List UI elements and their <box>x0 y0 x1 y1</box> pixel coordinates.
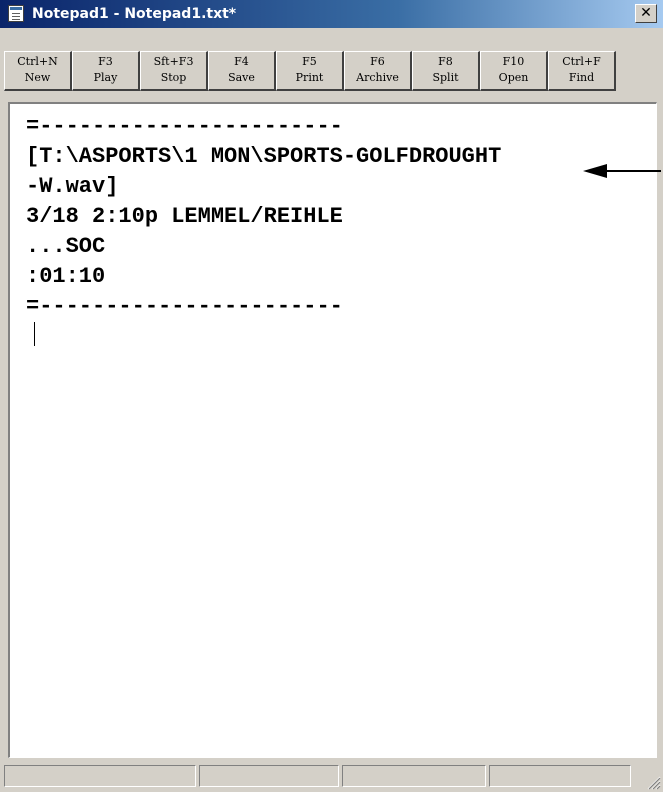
new-shortcut: Ctrl+N <box>17 55 58 68</box>
title-bar[interactable]: Notepad1 - Notepad1.txt* ✕ <box>0 0 663 28</box>
archive-shortcut: F6 <box>370 55 385 68</box>
resize-grip-icon[interactable] <box>645 774 661 790</box>
editor-line: :01:10 <box>26 264 106 289</box>
status-panel <box>4 765 196 787</box>
status-bar <box>0 760 663 792</box>
notepad-icon <box>8 5 24 22</box>
editor-content: =----------------------- [T:\ASPORTS\1 MO… <box>26 112 501 322</box>
editor-line: [T:\ASPORTS\1 MON\SPORTS-GOLFDROUGHT <box>26 144 502 169</box>
stop-button[interactable]: Sft+F3 Stop <box>140 51 208 91</box>
print-button[interactable]: F5 Print <box>276 51 344 91</box>
archive-button[interactable]: F6 Archive <box>344 51 412 91</box>
stop-label: Stop <box>160 71 187 84</box>
play-label: Play <box>93 71 118 84</box>
split-shortcut: F8 <box>438 55 453 68</box>
play-shortcut: F3 <box>98 55 113 68</box>
open-button[interactable]: F10 Open <box>480 51 548 91</box>
text-caret <box>34 322 35 346</box>
open-shortcut: F10 <box>502 55 525 68</box>
find-shortcut: Ctrl+F <box>562 55 601 68</box>
save-label: Save <box>228 71 255 84</box>
editor-line: -W.wav] <box>26 174 119 199</box>
open-label: Open <box>498 71 529 84</box>
toolbar: Ctrl+N New F3 Play Sft+F3 Stop F4 Save F… <box>0 28 663 100</box>
new-button[interactable]: Ctrl+N New <box>4 51 72 91</box>
notepad-window: Notepad1 - Notepad1.txt* ✕ Ctrl+N New F3… <box>0 0 663 792</box>
close-button[interactable]: ✕ <box>635 4 657 23</box>
status-panel <box>489 765 631 787</box>
editor-line: =----------------------- <box>26 294 343 319</box>
editor-line: 3/18 2:10p LEMMEL/REIHLE <box>26 204 343 229</box>
archive-label: Archive <box>356 71 399 84</box>
print-shortcut: F5 <box>302 55 317 68</box>
find-label: Find <box>568 71 595 84</box>
editor-line: ...SOC <box>26 234 106 259</box>
play-button[interactable]: F3 Play <box>72 51 140 91</box>
window-title: Notepad1 - Notepad1.txt* <box>32 6 237 22</box>
new-label: New <box>24 71 51 84</box>
find-button[interactable]: Ctrl+F Find <box>548 51 616 91</box>
save-button[interactable]: F4 Save <box>208 51 276 91</box>
save-shortcut: F4 <box>234 55 249 68</box>
editor-line: =----------------------- <box>26 114 343 139</box>
split-label: Split <box>432 71 459 84</box>
text-editor[interactable]: =----------------------- [T:\ASPORTS\1 MO… <box>8 102 657 758</box>
split-button[interactable]: F8 Split <box>412 51 480 91</box>
print-label: Print <box>295 71 324 84</box>
status-panel <box>342 765 486 787</box>
stop-shortcut: Sft+F3 <box>153 55 194 68</box>
status-panel <box>199 765 339 787</box>
annotation-arrow-icon <box>583 164 661 178</box>
